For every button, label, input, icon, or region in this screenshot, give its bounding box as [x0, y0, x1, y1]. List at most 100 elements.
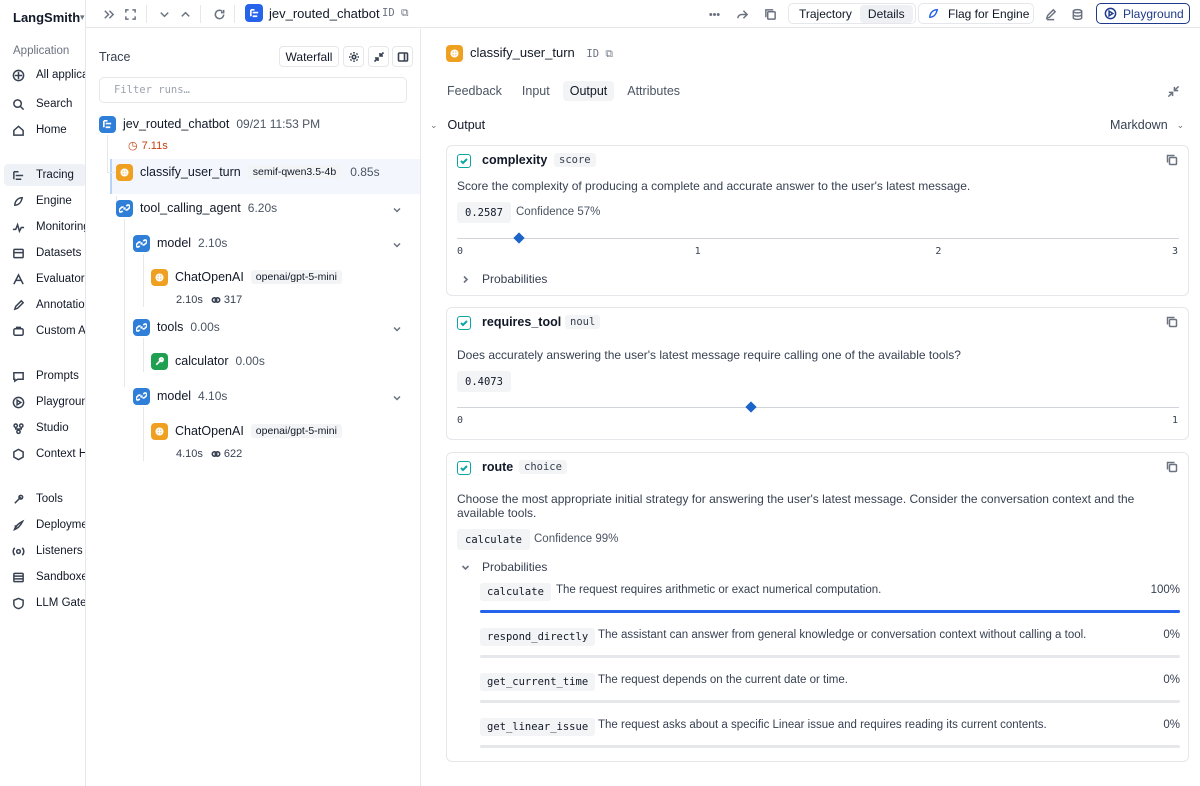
feedback-card-route: route choice Choose the most appropriate… — [446, 452, 1189, 762]
nav-item-studio[interactable]: Studio — [4, 417, 85, 439]
nav-item-annotation-queues[interactable]: Annotation Queues — [4, 294, 86, 316]
output-section-toggle[interactable]: ⌄ Output — [430, 118, 485, 132]
collapse-chevron-down-icon[interactable] — [392, 239, 402, 249]
model-tag: semif-qwen3.5-4b — [247, 165, 342, 179]
nav-item-tools[interactable]: Tools — [4, 488, 85, 510]
search-icon — [11, 97, 25, 111]
option-name: respond_directly — [480, 628, 596, 646]
copy-icon[interactable] — [762, 6, 778, 22]
playground-icon — [11, 395, 25, 409]
settings-icon[interactable] — [343, 46, 364, 67]
collapse-chevron-down-icon[interactable] — [392, 392, 402, 402]
tokens-icon — [211, 296, 221, 304]
run-id-copy[interactable]: ID ⧉ — [586, 48, 612, 60]
probability-row: get_current_time The request depends on t… — [480, 673, 1180, 717]
trace-node-model-2[interactable]: model 4.10s — [133, 385, 227, 407]
filter-runs-input[interactable]: Filter runs… — [99, 77, 407, 103]
database-icon[interactable] — [1069, 6, 1085, 22]
collapse-icon[interactable] — [1165, 83, 1181, 99]
nav-item-datasets[interactable]: Datasets & Experiments — [4, 242, 85, 264]
nav-item-deployments[interactable]: Deployments — [4, 514, 85, 536]
flag-for-engine-button[interactable]: Flag for Engine — [918, 3, 1034, 24]
run-id-copy[interactable]: ID ⧉ — [382, 7, 408, 20]
nav-item-sandboxes[interactable]: Sandboxes — [4, 566, 85, 588]
engine-icon — [11, 194, 25, 208]
nav-item-label: Playground — [36, 396, 85, 408]
option-name: get_current_time — [480, 673, 596, 691]
nav-item-tracing[interactable]: Tracing — [4, 164, 85, 186]
nav-item-monitoring[interactable]: Monitoring — [4, 216, 85, 238]
collapse-chevron-down-icon[interactable] — [392, 204, 402, 214]
copy-icon[interactable] — [1166, 154, 1178, 166]
axis-tick-label: 1 — [1172, 415, 1179, 426]
tab-output[interactable]: Output — [562, 81, 615, 101]
waterfall-button[interactable]: Waterfall — [279, 46, 339, 67]
nav-item-prompts[interactable]: Prompts — [4, 365, 85, 387]
probabilities-toggle[interactable]: Probabilities — [461, 560, 547, 574]
sandboxes-icon — [11, 570, 25, 584]
nav-item-label: Datasets & Experiments — [36, 247, 85, 259]
clock-icon: ◷ — [128, 140, 138, 152]
tracing-icon — [11, 168, 25, 182]
studio-icon — [11, 421, 25, 435]
context-hub-icon — [11, 447, 25, 461]
option-percentage: 100% — [1150, 584, 1180, 596]
feedback-type-badge: choice — [519, 460, 567, 474]
playground-button[interactable]: Playground — [1096, 3, 1190, 24]
trace-node-calculator[interactable]: calculator 0.00s — [151, 350, 265, 372]
probability-row: respond_directly The assistant can answer… — [480, 628, 1180, 672]
tab-input[interactable]: Input — [515, 81, 557, 101]
nav-item-label: Tools — [36, 493, 63, 505]
option-percentage: 0% — [1163, 719, 1180, 731]
nav-item-listeners[interactable]: Listeners — [4, 540, 85, 562]
collapse-icon[interactable] — [368, 46, 389, 67]
nav-item-llm-gateway[interactable]: LLM Gateway — [4, 592, 85, 614]
top-bar: jev_routed_chatbot ID ⧉ Trajectory Detai… — [86, 0, 1200, 28]
trace-node-model-1[interactable]: model 2.10s — [133, 232, 227, 254]
nav-item-label: Annotation Queues — [36, 299, 86, 311]
refresh-icon[interactable] — [211, 6, 227, 22]
nav-item-custom-agents[interactable]: Custom Agents — [4, 320, 85, 342]
nav-item-home[interactable]: Home — [4, 119, 85, 141]
score-axis — [457, 407, 1179, 408]
annotation-icon — [11, 298, 25, 312]
trace-node-tool-calling-agent[interactable]: tool_calling_agent 6.20s — [116, 197, 277, 219]
next-run-chevron-down-icon[interactable] — [156, 6, 172, 22]
expand-icon[interactable] — [122, 6, 138, 22]
trace-node-tools[interactable]: tools 0.00s — [133, 316, 220, 338]
nav-item-playground[interactable]: Playground — [4, 391, 85, 413]
run-detail-panel: classify_user_turn ID ⧉ Feedback Input O… — [422, 29, 1200, 786]
brand-logo[interactable]: LangSmith — [13, 10, 80, 25]
panel-toggle-icon[interactable] — [392, 46, 413, 67]
copy-icon[interactable] — [1166, 316, 1178, 328]
probabilities-toggle[interactable]: Probabilities — [461, 272, 547, 286]
prev-run-chevron-up-icon[interactable] — [177, 6, 193, 22]
option-description: The request asks about a specific Linear… — [598, 719, 1047, 731]
datasets-icon — [11, 246, 25, 260]
workspace-chevron-down-icon[interactable]: ▾ — [80, 12, 85, 23]
nav-item-all-applications[interactable]: All applications — [4, 64, 85, 86]
share-icon[interactable] — [734, 6, 750, 22]
collapse-chevron-down-icon[interactable] — [392, 323, 402, 333]
probability-bar-fill — [480, 610, 1180, 613]
trajectory-tab[interactable]: Trajectory — [791, 5, 860, 23]
trace-title: Trace — [99, 50, 131, 64]
tab-attributes[interactable]: Attributes — [620, 81, 687, 101]
trace-node-chatopenai-2[interactable]: ChatOpenAI openai/gpt-5-mini — [151, 420, 351, 442]
trace-node-classify-user-turn[interactable]: classify_user_turn semif-qwen3.5-4b 0.85… — [116, 161, 380, 183]
option-description: The request depends on the current date … — [598, 674, 848, 686]
trace-node-root[interactable]: jev_routed_chatbot 09/21 11:53 PM — [99, 113, 320, 135]
nav-item-evaluators[interactable]: Evaluators — [4, 268, 85, 290]
details-tab[interactable]: Details — [859, 4, 913, 23]
trace-node-chatopenai-1[interactable]: ChatOpenAI openai/gpt-5-mini — [151, 266, 351, 288]
nav-item-engine[interactable]: Engine — [4, 190, 85, 212]
grid-icon — [11, 68, 25, 82]
collapse-sidebar-icon[interactable] — [100, 6, 116, 22]
more-options-icon[interactable] — [706, 6, 722, 22]
format-select[interactable]: Markdown ⌄ — [1110, 118, 1184, 132]
nav-item-search[interactable]: Search — [4, 93, 85, 115]
copy-icon[interactable] — [1166, 461, 1178, 473]
edit-icon[interactable] — [1042, 6, 1058, 22]
nav-item-context-hub[interactable]: Context Hub — [4, 443, 85, 465]
tab-feedback[interactable]: Feedback — [440, 81, 509, 101]
